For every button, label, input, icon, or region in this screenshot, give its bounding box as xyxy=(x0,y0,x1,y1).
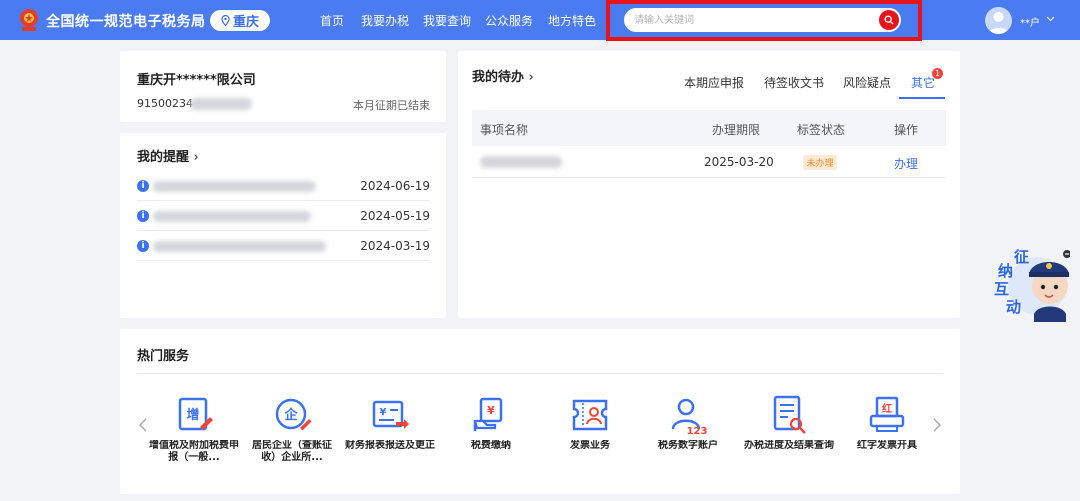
reminder-item[interactable]: i 2024-05-19 xyxy=(137,201,430,231)
search-button[interactable] xyxy=(879,10,899,30)
service-label: 财务报表报送及更正 xyxy=(345,440,435,451)
nav-public-service[interactable]: 公众服务 xyxy=(485,12,533,29)
chevron-right-icon[interactable] xyxy=(932,417,942,433)
national-emblem-icon xyxy=(20,9,38,31)
service-label: 居民企业（查账征收）企业所... xyxy=(252,440,332,463)
svg-text:企: 企 xyxy=(283,407,298,423)
chevron-left-icon[interactable] xyxy=(138,417,148,433)
status-badge: 未办理 xyxy=(803,155,837,170)
service-red-invoice[interactable]: 红 红字发票开具 xyxy=(842,395,932,452)
site-title: 全国统一规范电子税务局 xyxy=(46,14,206,30)
invoice-business-icon xyxy=(572,399,608,431)
reminder-date: 2024-05-19 xyxy=(360,209,430,223)
column-header: 办理期限 xyxy=(712,123,761,137)
digital-account-icon: 123 xyxy=(671,398,708,435)
tab-other[interactable]: 其它 xyxy=(911,74,935,91)
service-label: 增值税及附加税费申报（一般... xyxy=(149,440,239,463)
search-input[interactable] xyxy=(634,8,874,32)
svg-text:123: 123 xyxy=(687,426,708,435)
company-card: 重庆开******限公司 91500234 本月征期已结束 xyxy=(120,51,446,122)
nav-local-feature[interactable]: 地方特色 xyxy=(548,12,596,29)
tab-pending-documents[interactable]: 待签收文书 xyxy=(764,74,824,91)
tax-id-redacted xyxy=(190,98,252,110)
tab-count-badge: 1 xyxy=(932,68,943,79)
company-name: 重庆开******限公司 xyxy=(137,73,256,88)
todo-title[interactable]: 我的待办 › xyxy=(472,66,534,85)
service-label: 发票业务 xyxy=(570,440,610,451)
tab-current-declaration[interactable]: 本期应申报 xyxy=(684,74,744,91)
user-avatar[interactable] xyxy=(985,7,1012,34)
period-status: 本月征期已结束 xyxy=(353,99,430,112)
reminder-date: 2024-06-19 xyxy=(360,179,430,193)
todo-card xyxy=(458,51,960,318)
info-icon: i xyxy=(137,210,149,222)
widget-label-char: 动 xyxy=(1006,298,1022,316)
table-row: 2025-03-20 未办理 办理 xyxy=(472,146,946,178)
column-header: 操作 xyxy=(894,123,919,137)
red-invoice-icon: 红 xyxy=(869,396,905,432)
hot-services-card: 热门服务 xyxy=(120,329,960,494)
service-label: 办税进度及结果查询 xyxy=(744,440,834,451)
user-name[interactable]: **户 xyxy=(1020,14,1040,29)
region-selector[interactable]: 重庆 xyxy=(210,10,270,31)
enterprise-income-tax-icon: 企 xyxy=(275,398,312,431)
user-icon xyxy=(988,12,1009,34)
tax-payment-icon: ¥ xyxy=(473,397,503,431)
svg-text:红: 红 xyxy=(882,402,892,415)
search-icon xyxy=(884,15,894,25)
progress-query-icon xyxy=(773,395,806,434)
nav-home[interactable]: 首页 xyxy=(320,12,344,29)
service-digital-account[interactable]: 123 税务数字账户 xyxy=(643,395,733,452)
reminder-text-redacted xyxy=(153,241,326,252)
widget-label-char: 征 xyxy=(1014,248,1030,266)
service-label: 税费缴纳 xyxy=(471,440,511,451)
service-enterprise-income-tax[interactable]: 企 居民企业（查账征收）企业所... xyxy=(247,395,337,464)
interaction-widget[interactable]: 征 纳 互 动 xyxy=(992,244,1071,324)
info-icon: i xyxy=(137,180,149,192)
reminder-item[interactable]: i 2024-03-19 xyxy=(137,231,430,261)
info-icon: i xyxy=(137,240,149,252)
column-header: 标签状态 xyxy=(797,123,846,137)
service-label: 税务数字账户 xyxy=(658,440,718,451)
financial-report-icon: ¥ xyxy=(372,400,409,429)
hot-services-title: 热门服务 xyxy=(137,349,190,364)
region-name: 重庆 xyxy=(232,15,259,30)
chevron-down-icon[interactable] xyxy=(1046,16,1055,22)
item-name-redacted xyxy=(480,156,562,168)
reminder-text-redacted xyxy=(153,181,316,192)
service-label: 红字发票开具 xyxy=(857,440,917,451)
location-pin-icon xyxy=(221,15,230,26)
service-vat-declaration[interactable]: 增 增值税及附加税费申报（一般... xyxy=(149,395,239,464)
reminder-date: 2024-03-19 xyxy=(360,239,430,253)
reminders-card: 我的提醒 › i 2024-06-19 i 2024-05-19 i 2024-… xyxy=(120,133,446,318)
deadline: 2025-03-20 xyxy=(704,155,774,169)
tax-id: 91500234 xyxy=(137,97,193,110)
nav-query[interactable]: 我要查询 xyxy=(423,12,471,29)
top-header: 全国统一规范电子税务局 重庆 首页 我要办税 我要查询 公众服务 地方特色 **… xyxy=(0,0,1080,41)
search-bar xyxy=(624,8,901,32)
divider xyxy=(137,373,943,374)
reminders-title[interactable]: 我的提醒 › xyxy=(137,146,199,165)
vat-declaration-icon: 增 xyxy=(178,397,213,431)
svg-text:¥: ¥ xyxy=(487,404,495,417)
service-financial-report[interactable]: ¥ 财务报表报送及更正 xyxy=(345,395,435,452)
todo-table-header: 事项名称 办理期限 标签状态 操作 xyxy=(472,110,946,146)
handle-link[interactable]: 办理 xyxy=(894,155,918,172)
reminder-text-redacted xyxy=(153,211,311,222)
column-header: 事项名称 xyxy=(480,123,529,137)
svg-text:增: 增 xyxy=(186,407,199,423)
tab-risk-doubts[interactable]: 风险疑点 xyxy=(843,74,891,91)
service-invoice-business[interactable]: 发票业务 xyxy=(545,395,635,452)
svg-text:¥: ¥ xyxy=(380,407,387,418)
reminder-item[interactable]: i 2024-06-19 xyxy=(137,171,430,201)
service-progress-query[interactable]: 办税进度及结果查询 xyxy=(744,395,834,452)
active-tab-indicator xyxy=(899,97,945,99)
service-tax-payment[interactable]: ¥ 税费缴纳 xyxy=(446,395,536,452)
nav-handle-tax[interactable]: 我要办税 xyxy=(361,12,409,29)
